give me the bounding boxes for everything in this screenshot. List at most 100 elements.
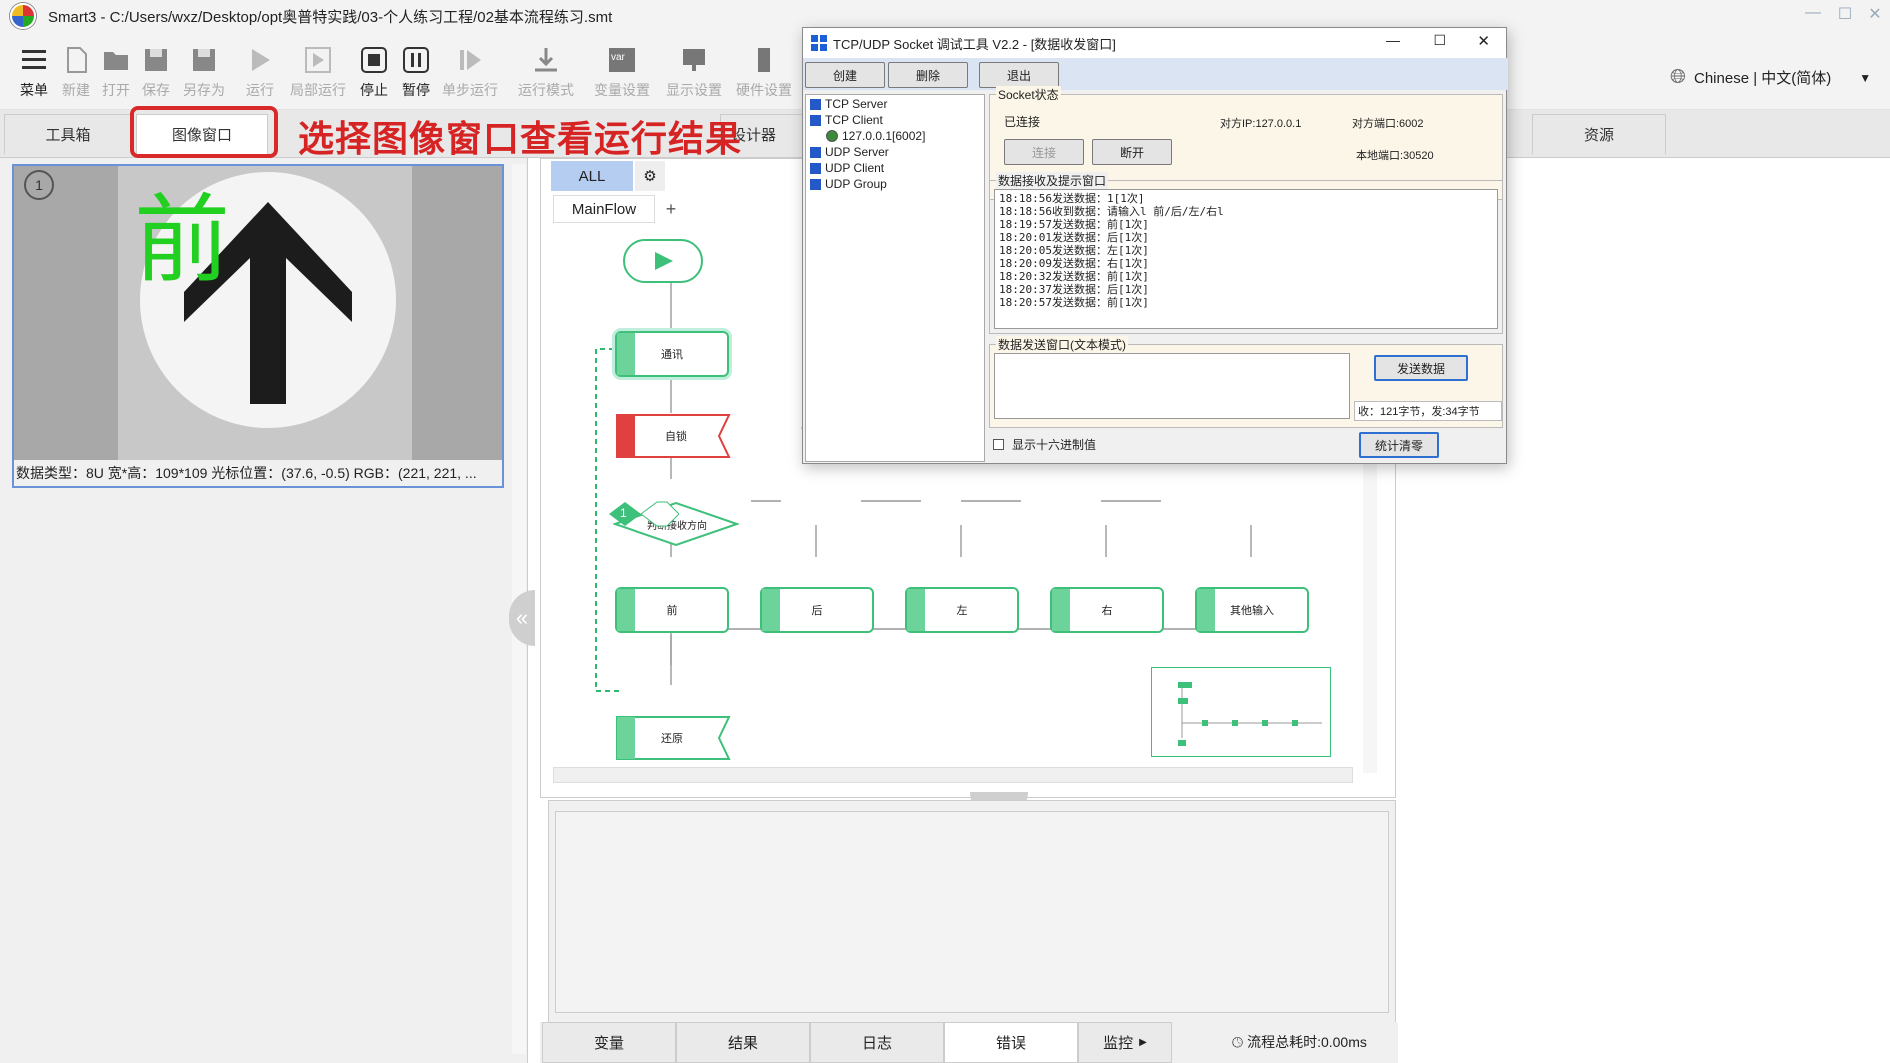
- save-as-button[interactable]: 另存为: [180, 46, 228, 100]
- tree-tcp-client-label: TCP Client: [825, 113, 883, 127]
- variable-settings-button[interactable]: var 变量设置: [592, 46, 652, 100]
- node-comm-label: 通讯: [661, 349, 683, 361]
- menu-button[interactable]: 菜单: [10, 46, 58, 100]
- node-other-label: 其他输入: [1230, 605, 1274, 617]
- close-icon[interactable]: ✕: [1862, 4, 1888, 24]
- node-left[interactable]: 左: [905, 587, 1019, 633]
- maximize-icon[interactable]: ☐: [1832, 4, 1858, 24]
- tab-variables[interactable]: 变量: [542, 1022, 676, 1063]
- send-group: 数据发送窗口(文本模式) 发送数据 收：121字节，发:34字节: [989, 336, 1503, 428]
- local-port: 本地端口:30520: [1356, 150, 1434, 162]
- reset-stats-button[interactable]: 统计清零: [1359, 432, 1439, 458]
- tab-monitor[interactable]: 监控 ▶: [1078, 1022, 1172, 1063]
- globe-icon: 🌐︎: [1670, 66, 1686, 88]
- image-index-badge: 1: [24, 170, 54, 200]
- minimap-preview: [1178, 682, 1322, 746]
- create-button[interactable]: 创建: [805, 62, 885, 88]
- node-bar: [1052, 589, 1070, 631]
- tab-log[interactable]: 日志: [810, 1022, 944, 1063]
- send-textarea[interactable]: [994, 353, 1350, 419]
- stop-button[interactable]: 停止: [350, 46, 398, 100]
- receive-log[interactable]: 18:18:56发送数据：1[1次] 18:18:56收到数据：请输入l 前/后/…: [994, 189, 1498, 329]
- node-restore[interactable]: 还原: [615, 715, 731, 761]
- send-data-button[interactable]: 发送数据: [1374, 355, 1468, 381]
- partial-run-button[interactable]: 局部运行: [288, 46, 348, 100]
- tree-tcp-server[interactable]: TCP Server: [810, 97, 887, 111]
- menu-label: 菜单: [20, 82, 48, 98]
- node-back[interactable]: 后: [760, 587, 874, 633]
- elapsed-time: 🕓︎ 流程总耗时:0.00ms: [1232, 1032, 1367, 1052]
- tree-tcp-client[interactable]: TCP Client: [810, 113, 883, 127]
- display-settings-icon: [680, 46, 708, 74]
- log-line: 18:18:56发送数据：1[1次]: [999, 192, 1145, 205]
- close-icon[interactable]: ✕: [1477, 32, 1490, 50]
- save-label: 保存: [142, 82, 170, 98]
- tree-node-icon: [810, 146, 821, 158]
- elapsed-label: 流程总耗时:0.00ms: [1247, 1034, 1367, 1050]
- step-run-button[interactable]: 单步运行: [440, 46, 500, 100]
- hex-checkbox[interactable]: 显示十六进制值: [993, 436, 1096, 453]
- tab-mainflow[interactable]: MainFlow: [553, 195, 655, 223]
- node-bar: [1197, 589, 1215, 631]
- tab-resources-label: 资源: [1583, 127, 1614, 144]
- window-title: Smart3 - C:/Users/wxz/Desktop/opt奥普特实践/0…: [48, 8, 613, 26]
- pause-button[interactable]: 暂停: [392, 46, 440, 100]
- node-front[interactable]: 前: [615, 587, 729, 633]
- language-selector[interactable]: 🌐︎ Chinese | 中文(简体) ▼: [1670, 66, 1871, 89]
- add-flow-button[interactable]: +: [659, 195, 683, 223]
- delete-button[interactable]: 删除: [888, 62, 968, 88]
- play-icon: [655, 252, 673, 270]
- tab-monitor-label: 监控: [1103, 1035, 1134, 1052]
- traffic-stats: 收：121字节，发:34字节: [1354, 401, 1502, 421]
- image-view-card[interactable]: 1 前 数据类型：8U 宽*高：109*109 光标位置：(37.6, -0.5…: [12, 164, 504, 488]
- tree-udp-group[interactable]: UDP Group: [810, 177, 887, 191]
- gear-icon[interactable]: ⚙: [635, 161, 665, 191]
- partial-run-icon: [304, 46, 332, 74]
- node-comm[interactable]: 通讯: [615, 331, 729, 377]
- branch-marker-1[interactable]: 1: [609, 501, 679, 527]
- maximize-icon[interactable]: ☐: [1433, 32, 1446, 49]
- send-group-label: 数据发送窗口(文本模式): [996, 336, 1128, 353]
- node-selflock[interactable]: 自锁: [615, 413, 731, 459]
- hardware-settings-button[interactable]: 硬件设置: [734, 46, 794, 100]
- hex-checkbox-label: 显示十六进制值: [1012, 438, 1097, 452]
- stop-icon: [360, 46, 388, 74]
- tree-connection-label: 127.0.0.1[6002]: [842, 129, 926, 143]
- disconnect-button[interactable]: 断开: [1092, 139, 1172, 165]
- tree-udp-client[interactable]: UDP Client: [810, 161, 884, 175]
- run-button[interactable]: 运行: [236, 46, 284, 100]
- connect-button[interactable]: 连接: [1004, 139, 1084, 165]
- peer-ip: 对方IP:127.0.0.1: [1220, 118, 1302, 130]
- log-line: 18:18:56收到数据：请输入l 前/后/左/右l: [999, 205, 1224, 218]
- tree-node-icon: [810, 178, 821, 190]
- tree-udp-server[interactable]: UDP Server: [810, 145, 889, 159]
- flow-horizontal-scrollbar[interactable]: [553, 767, 1353, 783]
- tree-udp-server-label: UDP Server: [825, 145, 889, 159]
- filter-all-button[interactable]: ALL: [551, 161, 633, 191]
- minimize-icon[interactable]: —: [1386, 32, 1400, 48]
- pause-label: 暂停: [402, 82, 430, 98]
- save-button[interactable]: 保存: [132, 46, 180, 100]
- checkbox-icon: [993, 439, 1004, 450]
- tree-connection[interactable]: 127.0.0.1[6002]: [826, 129, 925, 143]
- new-label: 新建: [62, 82, 90, 98]
- exit-button[interactable]: 退出: [979, 62, 1059, 88]
- tree-udp-client-label: UDP Client: [825, 161, 885, 175]
- tab-results[interactable]: 结果: [676, 1022, 810, 1063]
- hardware-settings-icon: [750, 46, 778, 74]
- node-bar: [617, 333, 635, 375]
- save-icon: [142, 46, 170, 74]
- tab-resources[interactable]: 资源: [1532, 114, 1666, 154]
- peer-port: 对方端口:6002: [1352, 118, 1424, 130]
- tab-toolbox[interactable]: 工具箱: [4, 114, 132, 154]
- display-settings-button[interactable]: 显示设置: [664, 46, 724, 100]
- run-mode-button[interactable]: 运行模式: [516, 46, 576, 100]
- minimize-icon[interactable]: —: [1800, 4, 1826, 22]
- socket-tool-window: TCP/UDP Socket 调试工具 V2.2 - [数据收发窗口] — ☐ …: [802, 27, 1508, 464]
- node-other[interactable]: 其他输入: [1195, 587, 1309, 633]
- flow-minimap[interactable]: [1151, 667, 1331, 757]
- tree-node-icon: [810, 162, 821, 174]
- node-right[interactable]: 右: [1050, 587, 1164, 633]
- start-node[interactable]: [623, 239, 703, 283]
- tab-errors[interactable]: 错误: [944, 1022, 1078, 1063]
